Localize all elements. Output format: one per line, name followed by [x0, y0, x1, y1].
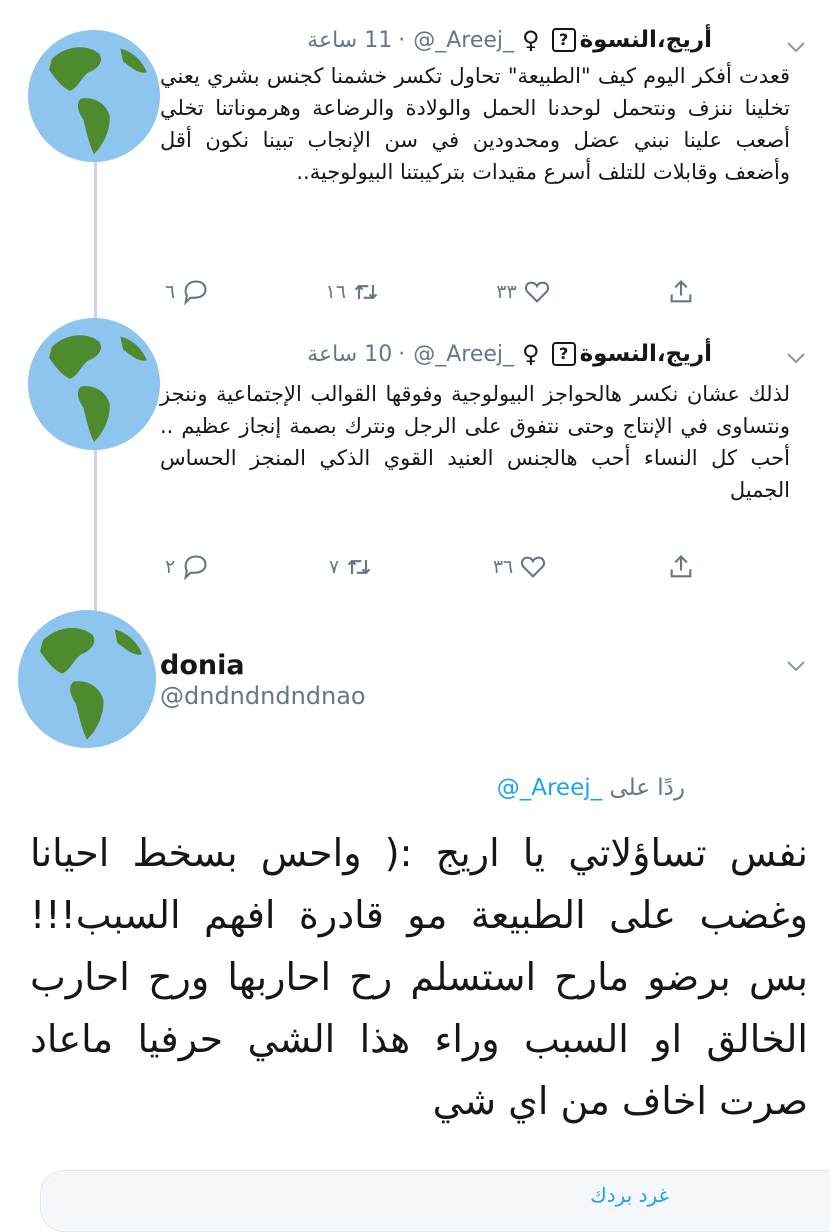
globe-icon: [28, 318, 160, 450]
tweet-text: نفس تساؤلاتي يا اريج :( واحس بسخط احيانا…: [30, 831, 808, 1123]
reply-count: ٦: [165, 281, 176, 303]
mention-link[interactable]: @_Areej_: [497, 775, 602, 801]
user-handle[interactable]: @dndndndndnao: [160, 682, 366, 710]
heart-icon: [521, 556, 546, 578]
like-button[interactable]: ٣٣: [496, 278, 550, 306]
user-handle[interactable]: @_Areej_: [413, 342, 514, 367]
retweet-button[interactable]: ٧: [329, 553, 373, 581]
avatar[interactable]: [28, 30, 160, 162]
share-button[interactable]: [667, 278, 695, 306]
chevron-down-icon[interactable]: [784, 654, 808, 678]
reply-button[interactable]: ٢: [165, 553, 209, 581]
reply-count: ٢: [165, 556, 176, 578]
globe-icon: [28, 30, 160, 162]
chevron-down-icon[interactable]: [784, 35, 808, 59]
unknown-emoji-icon: ?: [551, 28, 576, 52]
like-count: ٣٣: [496, 281, 517, 303]
like-button[interactable]: ٣٦: [493, 553, 547, 581]
share-button[interactable]: [667, 553, 695, 581]
reply-icon: [184, 555, 207, 581]
separator-dot: ·: [398, 341, 406, 367]
retweet-icon: [354, 284, 378, 300]
display-name[interactable]: donia: [160, 650, 245, 681]
reply-composer-placeholder: غرد بردك: [590, 1183, 669, 1207]
tweet-header: أريج،النسوة ? ♀ @_Areej_ · 10 ساعة: [307, 334, 712, 374]
replying-to-label: ردًا على: [609, 775, 685, 801]
reply-icon: [184, 280, 207, 306]
user-handle[interactable]: @_Areej_: [413, 28, 514, 53]
tweet-text: قعدت أفكر اليوم كيف "الطبيعة" تحاول تكسر…: [160, 64, 790, 184]
like-count: ٣٦: [492, 556, 514, 578]
heart-icon: [524, 281, 549, 303]
chevron-down-icon[interactable]: [784, 346, 808, 370]
separator-dot: ·: [398, 27, 406, 53]
tweet-actions: ٦ ١٦ ٣٣: [165, 278, 695, 306]
display-name[interactable]: أريج،النسوة: [580, 27, 712, 53]
female-sign-icon: ♀: [522, 26, 540, 54]
retweet-count: ٧: [328, 556, 340, 578]
share-icon: [670, 555, 692, 578]
share-icon: [670, 280, 692, 303]
retweet-button[interactable]: ١٦: [326, 278, 380, 306]
tweet-actions: ٢ ٧ ٣٦: [165, 553, 695, 581]
retweet-icon: [347, 559, 371, 575]
unknown-emoji-icon: ?: [551, 342, 576, 366]
globe-icon: [18, 610, 156, 748]
avatar[interactable]: [28, 318, 160, 450]
display-name[interactable]: أريج،النسوة: [580, 341, 712, 367]
timestamp[interactable]: 11 ساعة: [307, 28, 392, 53]
tweet-header: أريج،النسوة ? ♀ @_Areej_ · 11 ساعة: [307, 20, 712, 60]
avatar[interactable]: [18, 610, 156, 748]
reply-composer[interactable]: غرد بردك: [40, 1170, 830, 1232]
replying-to: ردًا على @_Areej_: [497, 775, 685, 801]
timestamp[interactable]: 10 ساعة: [307, 342, 392, 367]
retweet-count: ١٦: [325, 281, 346, 303]
tweet-text: لذلك عشان نكسر هالحواجز البيولوجية وفوقه…: [160, 382, 790, 502]
reply-button[interactable]: ٦: [165, 278, 209, 306]
female-sign-icon: ♀: [522, 340, 540, 368]
